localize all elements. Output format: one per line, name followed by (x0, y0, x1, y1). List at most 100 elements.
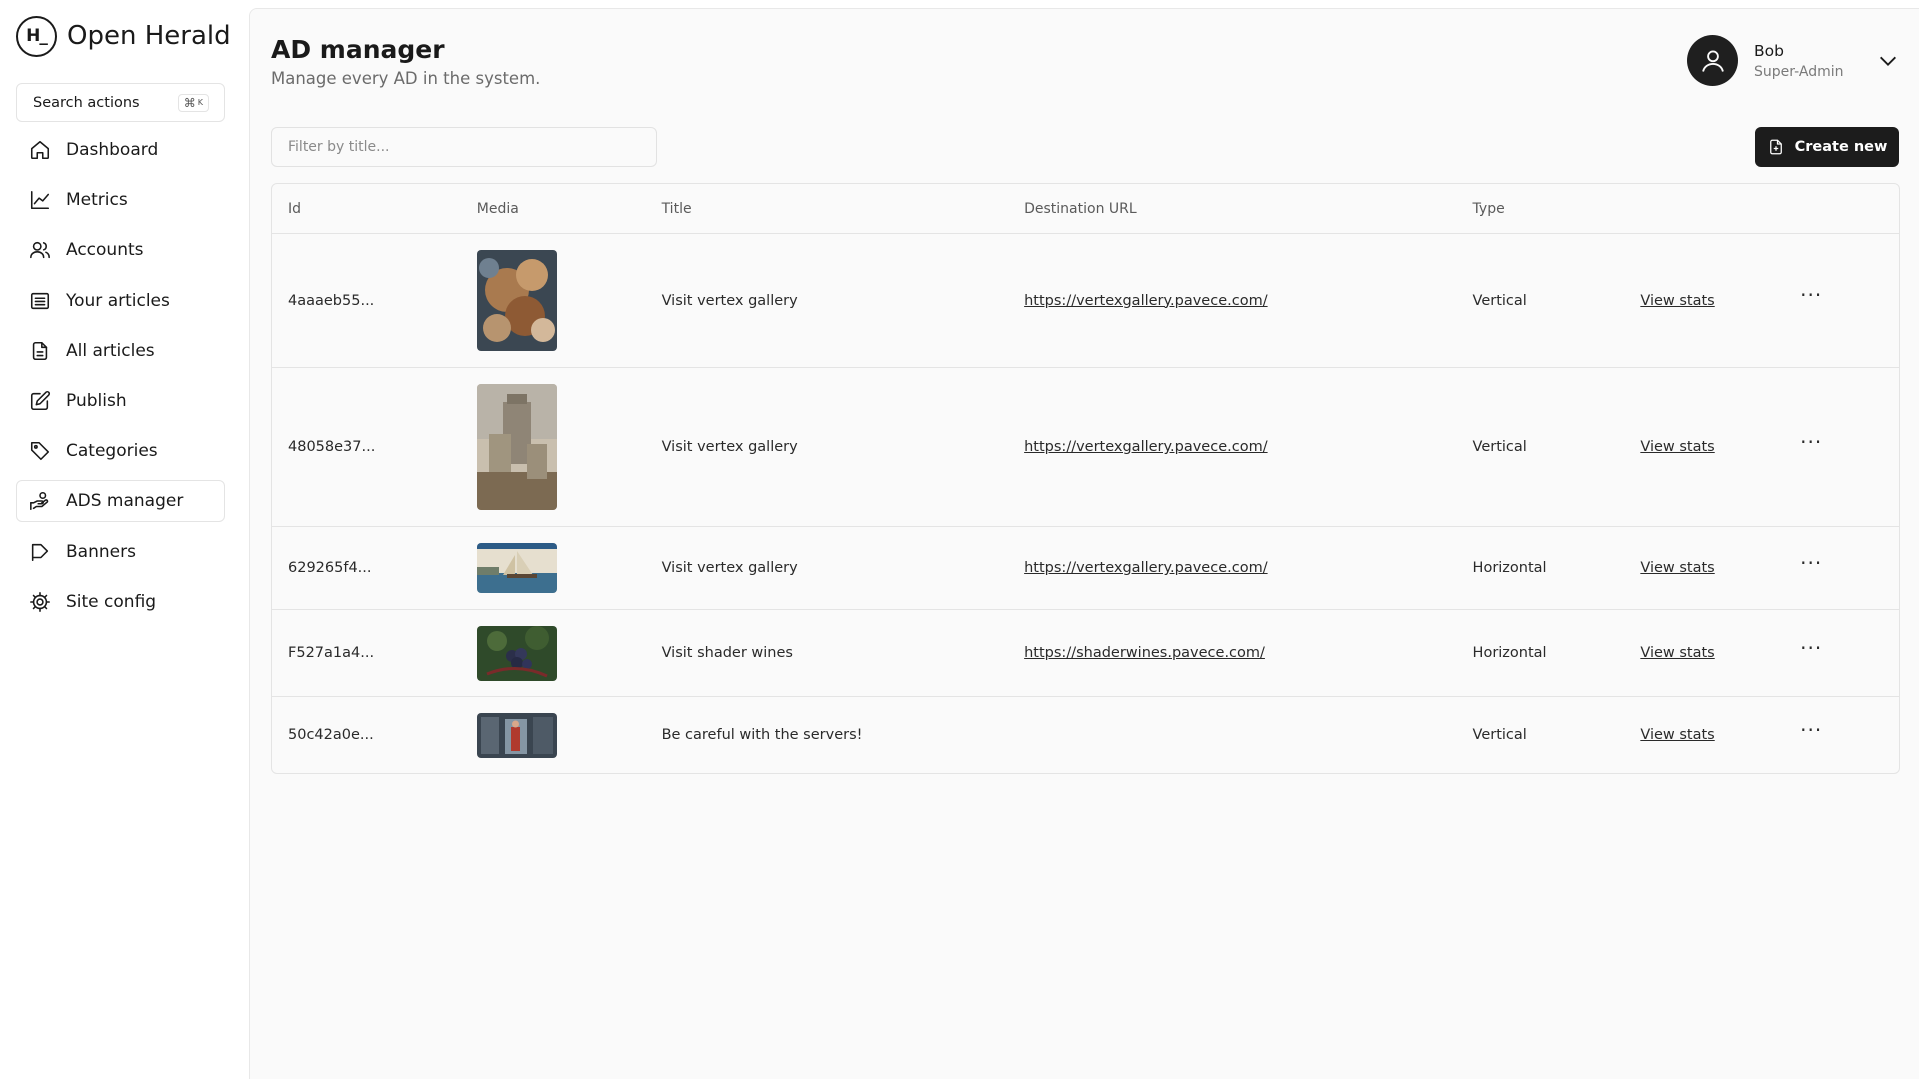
more-options-icon[interactable]: ··· (1800, 283, 1822, 307)
ad-media (461, 384, 646, 510)
chart-line-icon (29, 189, 51, 211)
search-actions-button[interactable]: Search actions ⌘ K (16, 83, 225, 122)
ad-id: 48058e37... (288, 439, 376, 455)
sidebar-item-label: Publish (66, 390, 127, 411)
user-name: Bob (1754, 41, 1784, 60)
sidebar-nav: Dashboard Metrics Accounts Your articles… (16, 129, 225, 631)
ad-destination-url: https://vertexgallery.pavece.com/ (1008, 293, 1456, 309)
ad-stats: View stats (1624, 439, 1800, 455)
ad-media (461, 543, 646, 593)
destination-url-link[interactable]: https://shaderwines.pavece.com/ (1024, 645, 1265, 661)
view-stats-link[interactable]: View stats (1640, 645, 1714, 661)
more-options-icon[interactable]: ··· (1800, 551, 1822, 575)
sidebar: H_ Open Herald Search actions ⌘ K Dashbo… (0, 0, 245, 1079)
chevron-down-icon[interactable] (1877, 50, 1899, 72)
ad-title: Visit vertex gallery (661, 560, 798, 576)
sidebar-item-label: Banners (66, 541, 136, 562)
ad-destination-url: https://shaderwines.pavece.com/ (1008, 645, 1456, 661)
view-stats-link[interactable]: View stats (1640, 439, 1714, 455)
more-options-icon[interactable]: ··· (1800, 430, 1822, 454)
user-menu[interactable]: Bob Super-Admin (1687, 35, 1899, 86)
sidebar-item-ads-manager[interactable]: ADS manager (16, 480, 225, 523)
column-header-id: Id (288, 200, 302, 217)
ad-id: F527a1a4... (288, 645, 375, 661)
tag-icon (29, 440, 51, 462)
ad-actions: ··· (1800, 553, 1899, 579)
create-new-button[interactable]: Create new (1755, 127, 1899, 167)
ad-stats: View stats (1624, 293, 1800, 309)
ad-media (461, 712, 646, 758)
sidebar-item-label: Accounts (66, 240, 144, 261)
ad-title: Visit vertex gallery (661, 292, 798, 309)
table-row: F527a1a4... Visit shader wines https://s… (272, 609, 1899, 696)
logo-mark-icon: H_ (16, 15, 57, 57)
gear-icon (29, 591, 51, 613)
brand-logo[interactable]: H_ Open Herald (16, 14, 231, 58)
shortcut-key: K (197, 98, 203, 107)
sidebar-item-label: Dashboard (66, 140, 159, 160)
sidebar-item-publish[interactable]: Publish (16, 380, 225, 422)
ad-id: 629265f4... (288, 560, 372, 576)
sidebar-item-dashboard[interactable]: Dashboard (16, 129, 225, 171)
sidebar-item-metrics[interactable]: Metrics (16, 179, 225, 221)
ad-destination-url: https://vertexgallery.pavece.com/ (1008, 560, 1456, 576)
sidebar-item-categories[interactable]: Categories (16, 430, 225, 472)
home-icon (29, 139, 51, 161)
ad-media-thumbnail (476, 250, 557, 351)
destination-url-link[interactable]: https://vertexgallery.pavece.com/ (1024, 439, 1267, 455)
destination-url-link[interactable]: https://vertexgallery.pavece.com/ (1024, 293, 1267, 309)
sidebar-item-label: Your articles (66, 290, 170, 311)
users-icon (29, 239, 51, 261)
main-panel: AD manager Manage every AD in the system… (249, 8, 1919, 1079)
ad-id: 50c42a0e... (288, 727, 374, 743)
ad-stats: View stats (1624, 560, 1800, 576)
sidebar-item-label: Categories (66, 441, 158, 462)
destination-url-link[interactable]: https://vertexgallery.pavece.com/ (1024, 560, 1267, 576)
ad-type: Vertical (1472, 727, 1527, 743)
ad-destination-url: https://vertexgallery.pavece.com/ (1008, 439, 1456, 455)
avatar (1687, 35, 1738, 86)
ad-title: Be careful with the servers! (661, 727, 863, 743)
column-header-title: Title (661, 200, 692, 217)
table-row: 629265f4... Visit vertex gallery https:/… (272, 526, 1899, 609)
page-title: AD manager (271, 35, 445, 64)
table-row: 48058e37... Visit vertex gallery https:/… (272, 367, 1899, 526)
ad-type: Vertical (1472, 439, 1527, 455)
ad-id: 4aaaeb55... (288, 292, 375, 309)
ad-media-thumbnail (476, 384, 557, 510)
ad-actions: ··· (1800, 285, 1899, 311)
ad-media-thumbnail (476, 625, 557, 681)
ad-type: Vertical (1472, 292, 1527, 309)
ad-media-thumbnail (476, 543, 557, 593)
table-row: 4aaaeb55... Visit vertex gallery https:/… (272, 233, 1899, 367)
ad-title: Visit vertex gallery (661, 439, 798, 455)
ad-title: Visit shader wines (661, 645, 793, 661)
ad-actions: ··· (1800, 638, 1899, 664)
ad-media (461, 250, 646, 351)
more-options-icon[interactable]: ··· (1800, 718, 1822, 742)
sidebar-item-site-config[interactable]: Site config (16, 581, 225, 623)
user-role: Super-Admin (1754, 63, 1844, 80)
view-stats-link[interactable]: View stats (1640, 293, 1714, 309)
more-options-icon[interactable]: ··· (1800, 636, 1822, 660)
sidebar-item-banners[interactable]: Banners (16, 531, 225, 573)
view-stats-link[interactable]: View stats (1640, 560, 1714, 576)
sidebar-item-label: ADS manager (66, 491, 184, 512)
sidebar-item-all-articles[interactable]: All articles (16, 330, 225, 372)
files-icon (29, 340, 51, 362)
sidebar-item-accounts[interactable]: Accounts (16, 229, 225, 271)
view-stats-link[interactable]: View stats (1640, 727, 1714, 743)
hand-coin-icon (29, 490, 51, 512)
column-header-destination-url: Destination URL (1024, 200, 1137, 217)
column-header-type: Type (1472, 200, 1505, 217)
search-actions-label: Search actions (33, 94, 140, 111)
list-icon (29, 290, 51, 312)
user-icon (1701, 50, 1724, 72)
sidebar-item-your-articles[interactable]: Your articles (16, 280, 225, 322)
sidebar-item-label: Site config (66, 591, 157, 612)
column-header-media: Media (476, 200, 519, 217)
command-key-icon: ⌘ (183, 95, 196, 110)
filter-title-input[interactable] (271, 127, 657, 167)
page-subtitle: Manage every AD in the system. (271, 69, 541, 88)
create-new-label: Create new (1794, 139, 1888, 155)
